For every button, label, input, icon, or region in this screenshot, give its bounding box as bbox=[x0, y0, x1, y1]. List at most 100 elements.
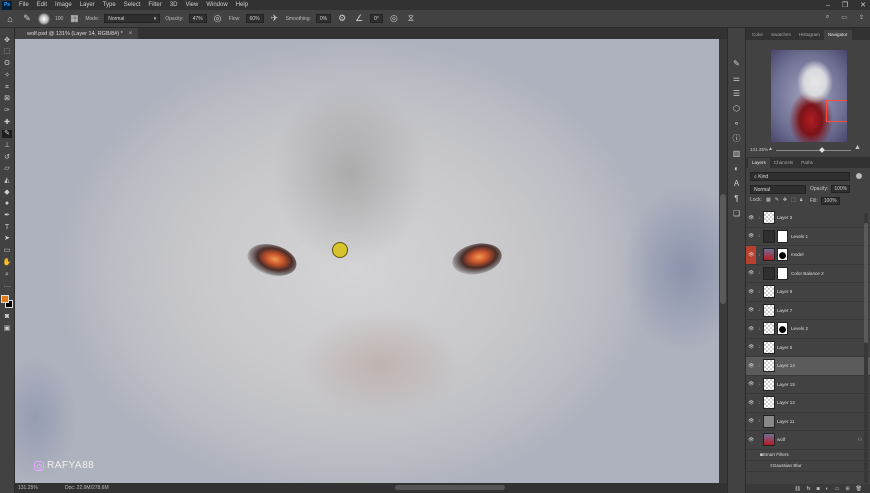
zoom-tool-icon[interactable]: ⌕ bbox=[2, 270, 12, 279]
layer-name[interactable]: Layer 11 bbox=[777, 419, 795, 424]
delete-layer-icon[interactable]: 🗑︎ bbox=[856, 486, 862, 492]
dodge-tool-icon[interactable]: ● bbox=[2, 200, 12, 209]
layers-scrollbar[interactable] bbox=[864, 213, 868, 483]
eyedropper-tool-icon[interactable]: ✑ bbox=[2, 106, 12, 115]
layer-name[interactable]: Levels 1 bbox=[791, 234, 808, 239]
3d-panel-icon[interactable]: ⬡ bbox=[732, 103, 742, 113]
info-panel-icon[interactable]: ⓘ bbox=[732, 133, 742, 143]
styles-panel-icon[interactable]: ▥ bbox=[732, 148, 742, 158]
layer-row[interactable]: 👁︎ ↓ Layer 15 bbox=[746, 375, 870, 394]
smart-filter-row[interactable]: ≡ Gaussian Blur bbox=[746, 461, 870, 472]
visibility-eye-icon[interactable]: 👁︎ bbox=[746, 357, 756, 375]
layer-mask-thumbnail[interactable] bbox=[777, 248, 788, 262]
pen-tool-icon[interactable]: ✒ bbox=[2, 211, 12, 220]
layer-name[interactable]: Levels 2 bbox=[791, 326, 808, 331]
brush-preset-picker[interactable] bbox=[38, 12, 50, 25]
layer-thumbnail[interactable] bbox=[763, 340, 775, 354]
clone-stamp-tool-icon[interactable]: ⊥ bbox=[2, 141, 12, 150]
menu-layer[interactable]: Layer bbox=[76, 0, 99, 10]
layer-thumbnail[interactable] bbox=[763, 211, 775, 225]
lock-pixels-icon[interactable]: ✎ bbox=[775, 197, 779, 203]
layer-thumbnail[interactable] bbox=[763, 229, 775, 243]
canvas-horizontal-scroll-thumb[interactable] bbox=[395, 485, 505, 490]
layer-name[interactable]: wolf bbox=[777, 437, 785, 442]
eraser-tool-icon[interactable]: ▱ bbox=[2, 165, 12, 174]
visibility-eye-icon[interactable]: 👁︎ bbox=[746, 301, 756, 319]
add-mask-icon[interactable]: ◙ bbox=[817, 486, 820, 492]
layer-row[interactable]: 👁︎ ↓ Layer 9 bbox=[746, 283, 870, 302]
layer-mask-thumbnail[interactable] bbox=[777, 229, 788, 243]
layer-mask-thumbnail[interactable] bbox=[777, 322, 788, 336]
visibility-eye-icon[interactable]: 👁︎ bbox=[746, 431, 756, 449]
tab-swatches[interactable]: Swatches bbox=[767, 30, 795, 40]
lock-transparent-icon[interactable]: ▦ bbox=[766, 197, 771, 203]
tab-histogram[interactable]: Histogram bbox=[795, 30, 824, 40]
menu-image[interactable]: Image bbox=[51, 0, 76, 10]
layer-opacity-input[interactable]: 100% bbox=[831, 185, 851, 193]
layer-thumbnail[interactable] bbox=[763, 303, 775, 317]
search-icon[interactable]: ⌕ bbox=[826, 14, 829, 21]
new-layer-icon[interactable]: ⊞ bbox=[845, 486, 849, 492]
lock-position-icon[interactable]: ✥ bbox=[783, 197, 787, 203]
pressure-size-icon[interactable]: ◎ bbox=[388, 13, 400, 25]
layer-row[interactable]: 👁︎ wolf ⚇ bbox=[746, 431, 870, 450]
share-icon[interactable]: ⇪ bbox=[859, 14, 864, 21]
layer-style-icon[interactable]: fx bbox=[807, 486, 811, 492]
path-selection-tool-icon[interactable]: ➤ bbox=[2, 235, 12, 244]
navigator-zoom-knob[interactable] bbox=[819, 147, 825, 153]
layer-row[interactable]: 👁︎ ↓ Color Balance 2 bbox=[746, 264, 870, 283]
tab-color[interactable]: Color bbox=[748, 30, 767, 40]
menu-view[interactable]: View bbox=[181, 0, 202, 10]
brush-tool-icon[interactable]: ✎ bbox=[21, 13, 33, 25]
smart-filter-row[interactable]: ◙ Smart Filters bbox=[746, 450, 870, 461]
adjustments-panel-icon[interactable]: ⚌ bbox=[732, 73, 742, 83]
menu-filter[interactable]: Filter bbox=[144, 0, 165, 10]
visibility-eye-icon[interactable]: 👁︎ bbox=[746, 375, 756, 393]
layer-row[interactable]: 👁︎ ↓ Layer 12 bbox=[746, 394, 870, 413]
layer-name[interactable]: Layer 14 bbox=[777, 363, 795, 368]
menu-3d[interactable]: 3D bbox=[166, 0, 182, 10]
visibility-eye-icon[interactable]: 👁︎ bbox=[746, 338, 756, 356]
pressure-opacity-icon[interactable]: ◎ bbox=[212, 13, 224, 25]
adjustment-layer-icon[interactable]: ◐ bbox=[826, 486, 829, 492]
canvas-vertical-scrollbar[interactable] bbox=[719, 39, 727, 483]
link-layers-icon[interactable]: ⛓ bbox=[794, 486, 800, 492]
layer-name[interactable]: Layer 7 bbox=[777, 308, 792, 313]
zoom-in-icon[interactable]: ▲ bbox=[854, 144, 861, 151]
navigator-zoom-slider[interactable] bbox=[776, 147, 851, 153]
brush-tool-icon[interactable]: ✎ bbox=[2, 129, 12, 138]
blur-tool-icon[interactable]: ◆ bbox=[2, 188, 12, 197]
screen-mode-icon[interactable]: ▣ bbox=[2, 324, 12, 333]
layer-row[interactable]: 👁︎ ↓ Layer 3 bbox=[746, 209, 870, 228]
crop-tool-icon[interactable]: ⌗ bbox=[2, 83, 12, 92]
layer-row[interactable]: 👁︎ ↓ Layer 7 bbox=[746, 301, 870, 320]
tab-close-icon[interactable]: × bbox=[129, 31, 133, 37]
shape-tool-icon[interactable]: ▭ bbox=[2, 246, 12, 255]
character-panel-icon[interactable]: A bbox=[732, 178, 742, 188]
layer-name[interactable]: Layer 9 bbox=[777, 289, 792, 294]
layer-thumbnail[interactable] bbox=[763, 377, 775, 391]
visibility-eye-icon[interactable]: 👁︎ bbox=[746, 264, 756, 282]
visibility-eye-icon[interactable]: 👁︎ bbox=[746, 245, 756, 264]
navigator-view-box[interactable] bbox=[826, 100, 847, 122]
minimize-icon[interactable]: – bbox=[826, 2, 830, 9]
zoom-out-icon[interactable]: ▲ bbox=[768, 146, 773, 152]
layer-thumbnail[interactable] bbox=[763, 266, 775, 280]
hand-tool-icon[interactable]: ✋ bbox=[2, 258, 12, 267]
visibility-eye-icon[interactable]: 👁︎ bbox=[746, 320, 756, 338]
layer-filter-select[interactable]: ⌕ Kind bbox=[750, 172, 850, 181]
tab-navigator[interactable]: Navigator bbox=[823, 30, 852, 40]
blend-mode-select[interactable]: Normal bbox=[750, 185, 806, 194]
mode-select[interactable]: Normal ▾ bbox=[104, 14, 161, 23]
status-doc-info[interactable]: Doc: 22.9M/278.6M bbox=[55, 485, 109, 491]
layer-row[interactable]: 👁︎ ↓ Levels 1 bbox=[746, 228, 870, 246]
maximize-icon[interactable]: ❐ bbox=[842, 1, 848, 9]
visibility-eye-icon[interactable]: 👁︎ bbox=[746, 412, 756, 430]
menu-edit[interactable]: Edit bbox=[33, 0, 51, 10]
layer-row[interactable]: 👁︎ ↓ model bbox=[746, 245, 870, 265]
history-brush-tool-icon[interactable]: ↺ bbox=[2, 153, 12, 162]
layer-mask-thumbnail[interactable] bbox=[777, 266, 788, 280]
type-tool-icon[interactable]: T bbox=[2, 223, 12, 232]
menu-select[interactable]: Select bbox=[120, 0, 145, 10]
tab-layers[interactable]: Layers bbox=[748, 158, 770, 168]
